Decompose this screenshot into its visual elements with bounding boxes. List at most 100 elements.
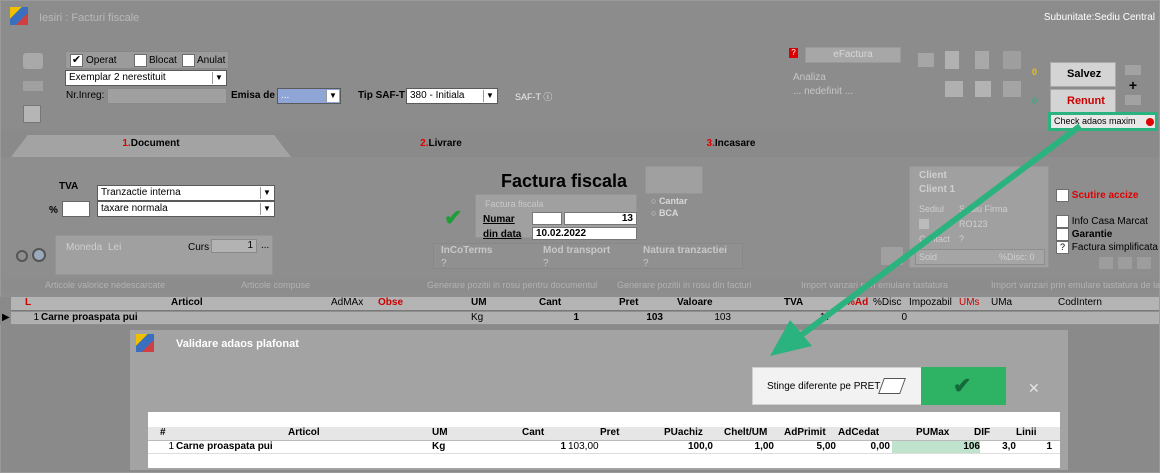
stinge-label: Stinge diferente pe PRET	[767, 381, 881, 392]
anulat-checkbox[interactable]	[182, 54, 195, 67]
numar-field[interactable]: 13	[564, 212, 637, 225]
col-um[interactable]: UM	[471, 297, 501, 310]
efactura-button[interactable]: eFactura	[805, 47, 901, 63]
zoom-icon[interactable]	[32, 248, 46, 262]
taxare-value: taxare normala	[101, 203, 168, 214]
minus-icon[interactable]	[1137, 257, 1151, 269]
row-articol[interactable]: Carne proaspata pui	[41, 312, 171, 324]
col-cant[interactable]: Cant	[539, 297, 579, 310]
col-articol[interactable]: Articol	[171, 297, 291, 310]
taxare-select[interactable]: taxare normala ▼	[97, 201, 275, 217]
natura-value[interactable]: ?	[643, 258, 649, 269]
tab-livrare[interactable]: 2.Livrare	[351, 131, 531, 157]
search-icon[interactable]	[16, 250, 28, 262]
drow-articol: Carne proaspata pui	[176, 441, 273, 452]
lock-icon[interactable]	[918, 53, 934, 67]
dcol-um[interactable]: UM	[432, 427, 462, 440]
dcol-nr[interactable]: #	[160, 427, 170, 440]
copy-icon[interactable]	[975, 81, 991, 97]
curs-button[interactable]: ...	[261, 240, 269, 251]
tranzactie-select[interactable]: Tranzactie interna ▼	[97, 185, 275, 201]
incoterms-value[interactable]: ?	[441, 258, 447, 269]
col-l[interactable]: L	[25, 297, 45, 310]
saf-t-button[interactable]: SAF-T ⓘ	[515, 90, 552, 103]
open-folder-icon[interactable]	[23, 53, 43, 69]
blocat-checkbox[interactable]	[134, 54, 147, 67]
link-icon[interactable]	[23, 81, 43, 91]
print-icon[interactable]	[945, 81, 963, 97]
lightbulb-icon[interactable]	[975, 51, 989, 69]
bca-radio[interactable]: ○ BCA	[651, 208, 678, 218]
status-box: ✔ Operat Blocat Anulat	[65, 51, 229, 69]
emisa-de-select[interactable]: ... ▼	[277, 88, 341, 104]
subunit-label: Subunitate:Sediu Central	[1043, 12, 1155, 23]
drow-pret: 103,00	[568, 441, 599, 452]
row-pret[interactable]: 103	[611, 312, 663, 324]
confirm-button[interactable]: ✔	[921, 367, 1006, 405]
dcol-cant[interactable]: Cant	[522, 427, 562, 440]
dcol-puachiz[interactable]: PUachiz	[664, 427, 724, 440]
table-row[interactable]: 1 Carne proaspata pui Kg 1 103,00 100,0 …	[148, 441, 1060, 454]
factura-sub: Factura fiscala	[485, 199, 544, 209]
saf-t-select[interactable]: 380 - Initiala ▼	[406, 88, 498, 104]
operat-checkbox[interactable]: ✔	[70, 54, 83, 67]
save-button[interactable]: Salvez	[1050, 62, 1116, 87]
tab-document[interactable]: 1.Document	[61, 131, 241, 157]
dcol-pret[interactable]: Pret	[600, 427, 640, 440]
top-toolbar: Iesiri : Facturi fiscale Subunitate:Sedi…	[1, 1, 1159, 131]
dcol-dif[interactable]: DIF	[974, 427, 1004, 440]
serie-field[interactable]	[532, 212, 562, 225]
mod-transport-label: Mod transport	[543, 245, 611, 256]
exemplar-select[interactable]: Exemplar 2 nerestituit ▼	[65, 70, 227, 86]
curs-field[interactable]: 1	[211, 239, 257, 253]
cantar-radio[interactable]: ○ Cantar	[651, 196, 687, 206]
scale-icon[interactable]	[645, 166, 703, 194]
row-cant[interactable]: 1	[531, 312, 579, 324]
saf-t-value: 380 - Initiala	[410, 90, 465, 101]
nr-inreg-field[interactable]	[107, 88, 227, 104]
col-obse[interactable]: Obse	[378, 297, 412, 310]
dcol-adprimit[interactable]: AdPrimit	[784, 427, 844, 440]
counter-b: 0	[1032, 96, 1038, 106]
cancel-button[interactable]: Renunt	[1050, 89, 1116, 114]
folder-icon[interactable]	[1003, 81, 1021, 97]
arrow-head	[770, 320, 812, 356]
calculator-icon[interactable]	[23, 105, 41, 123]
col-pret[interactable]: Pret	[619, 297, 659, 310]
drow-adprimit: 5,00	[816, 441, 836, 452]
tab-incasare-label: Incasare	[714, 138, 756, 149]
rosu-facturi-option[interactable]: Generare pozitii in rosu din facturi	[617, 280, 752, 290]
edit-icon[interactable]	[1003, 51, 1021, 69]
info-icon: ⓘ	[543, 92, 553, 102]
dcol-adcedat[interactable]: AdCedat	[838, 427, 898, 440]
col-valoare[interactable]: Valoare	[677, 297, 727, 310]
col-admax[interactable]: AdMAx	[331, 297, 371, 310]
dialog-title: Validare adaos plafonat	[176, 338, 299, 350]
saf-t-label: Tip SAF-T	[358, 90, 406, 101]
window-title: Iesiri : Facturi fiscale	[39, 12, 140, 24]
numar-label: Numar	[483, 214, 515, 225]
data-field[interactable]: 10.02.2022	[532, 227, 637, 240]
add-small-icon[interactable]	[1118, 257, 1132, 269]
compuse-option[interactable]: Articole compuse	[241, 280, 310, 290]
rosu-document-option[interactable]: Generare pozitii in rosu pentru document…	[427, 280, 597, 290]
dcol-pumax[interactable]: PUMax	[916, 427, 956, 440]
efactura-badge: ?	[789, 48, 798, 58]
document-icon[interactable]	[945, 51, 959, 69]
dcol-chelt[interactable]: Chelt/UM	[724, 427, 784, 440]
dcol-linii[interactable]: Linii	[1016, 427, 1046, 440]
add-small-icon[interactable]	[1099, 257, 1113, 269]
chevron-down-icon[interactable]	[1125, 95, 1141, 105]
nedescarcate-option[interactable]: Articole valorice nedescarcate	[45, 280, 165, 290]
close-icon[interactable]: ✕	[1028, 380, 1040, 397]
add-button[interactable]: +	[1125, 77, 1141, 93]
saf-t-button-label: SAF-T	[515, 92, 541, 102]
moneda-value: Lei	[108, 242, 122, 253]
chevron-up-icon[interactable]	[1125, 65, 1141, 75]
dialog-logo-icon	[136, 334, 154, 352]
row-um[interactable]: Kg	[471, 312, 501, 324]
stinge-button[interactable]: Stinge diferente pe PRET	[752, 367, 922, 405]
dcol-articol[interactable]: Articol	[288, 427, 348, 440]
mod-transport-value[interactable]: ?	[543, 258, 549, 269]
tva-pct-field[interactable]	[62, 201, 90, 217]
